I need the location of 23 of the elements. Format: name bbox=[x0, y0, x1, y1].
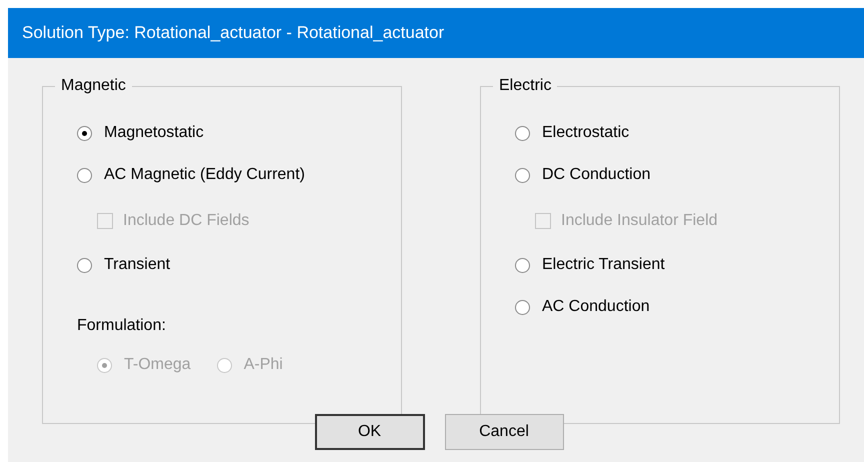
option-label: Electric Transient bbox=[542, 256, 665, 274]
radio-button[interactable] bbox=[77, 126, 92, 140]
group-title: Magnetic bbox=[55, 77, 132, 95]
option-label: AC Conduction bbox=[542, 298, 650, 316]
ok-button[interactable]: OK bbox=[314, 414, 424, 450]
radio-button[interactable] bbox=[515, 168, 530, 182]
radio-button[interactable] bbox=[515, 126, 530, 140]
formulation-label: Formulation: bbox=[77, 317, 166, 335]
radio-button[interactable] bbox=[515, 300, 530, 314]
option-label: Magnetostatic bbox=[104, 124, 204, 142]
option-label: AC Magnetic (Eddy Current) bbox=[104, 166, 305, 184]
window-title: Solution Type: Rotational_actuator - Rotational_actuator bbox=[22, 23, 444, 43]
radio-button[interactable] bbox=[515, 258, 530, 272]
option-label: A-Phi bbox=[244, 356, 283, 374]
radio-button[interactable] bbox=[77, 258, 92, 272]
checkbox-label: Include Insulator Field bbox=[561, 212, 718, 230]
checkbox-label: Include DC Fields bbox=[123, 212, 250, 230]
option-label: Electrostatic bbox=[542, 124, 630, 142]
cancel-button[interactable]: Cancel bbox=[444, 414, 564, 450]
radio-button[interactable] bbox=[77, 168, 92, 182]
option-label: Transient bbox=[104, 256, 170, 274]
option-label: DC Conduction bbox=[542, 166, 650, 184]
option-label: T-Omega bbox=[124, 356, 191, 374]
